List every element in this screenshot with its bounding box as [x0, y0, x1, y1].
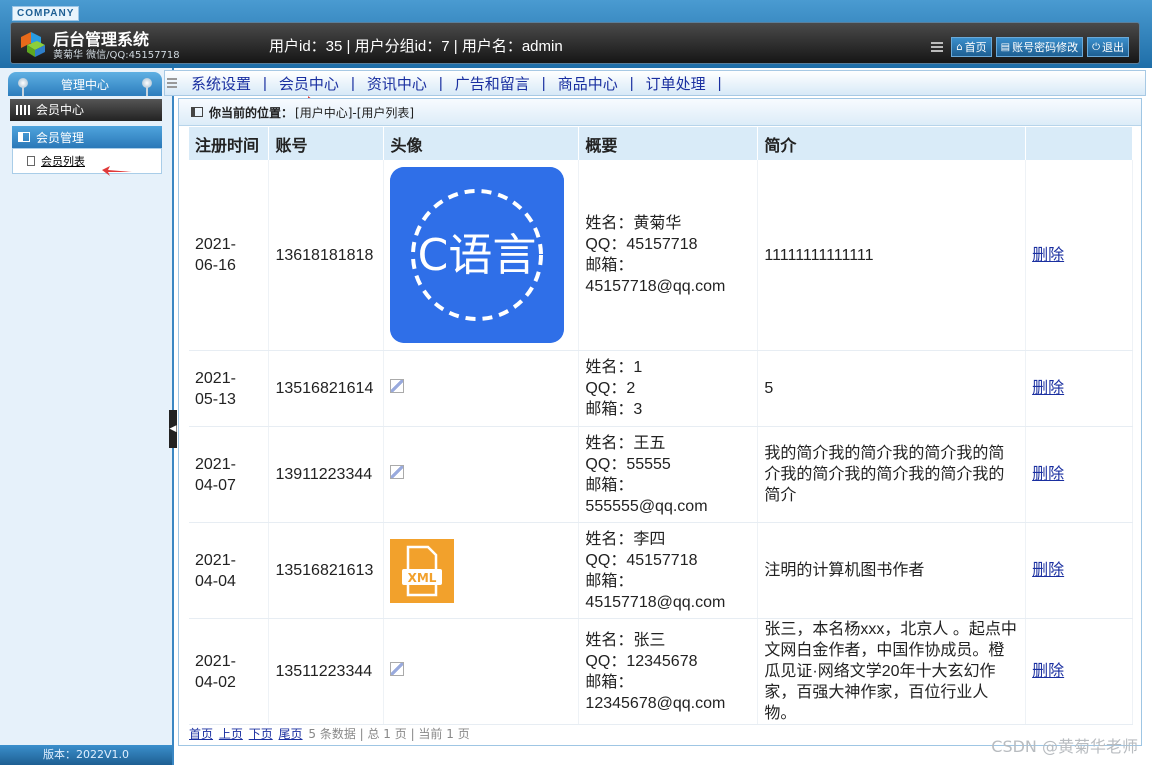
user-info: 用户id：35 | 用户分组id：7 | 用户名：admin — [269, 38, 563, 55]
account: 13911223344 — [268, 426, 385, 523]
panel-icon — [18, 132, 30, 142]
broken-image-icon — [390, 465, 405, 479]
intro: 我的简介我的简介我的简介我的简介我的简介我的简介我的简介我的简介 — [757, 426, 1027, 523]
intro: 11111111111111 — [757, 160, 1027, 351]
pin-icon — [142, 78, 152, 96]
list-icon — [931, 42, 944, 52]
intro: 注明的计算机图书作者 — [757, 522, 1027, 619]
nav-system-settings[interactable]: 系统设置 — [179, 73, 263, 94]
home-icon: ⌂ — [956, 41, 963, 53]
column-header: 简介 — [757, 127, 1027, 160]
summary: 姓名：黄菊华 QQ：45157718 邮箱： 45157718@qq.com — [578, 160, 759, 351]
avatar-cell: XML — [383, 522, 580, 619]
nav-member-center[interactable]: 会员中心 — [267, 73, 351, 94]
file-icon — [27, 156, 35, 166]
register-date: 2021- 06-16 — [189, 160, 270, 351]
table-row: 2021- 04-02 13511223344 姓名：张三 QQ：12345678 … — [189, 618, 1133, 725]
logout-button[interactable]: ⏻ 退出 — [1087, 37, 1129, 57]
sidebar-category-member-center[interactable]: 会员中心 — [10, 99, 162, 121]
nav-order-processing[interactable]: 订单处理 — [634, 73, 718, 94]
broken-image-icon — [390, 379, 405, 393]
breadcrumb-path: [用户中心]-[用户列表] — [295, 105, 415, 120]
register-date: 2021- 04-07 — [189, 426, 270, 523]
account: 13618181818 — [268, 160, 385, 351]
avatar-cell — [383, 426, 580, 523]
version-label: 版本：2022V1.0 — [0, 745, 172, 765]
menu-icon — [167, 78, 177, 88]
intro: 5 — [757, 350, 1027, 427]
summary: 姓名：张三 QQ：12345678 邮箱： 12345678@qq.com — [578, 618, 759, 725]
register-date: 2021- 04-04 — [189, 522, 270, 619]
breadcrumb-label: 你当前的位置： — [209, 105, 294, 120]
nav-product-center[interactable]: 商品中心 — [546, 73, 630, 94]
watermark: CSDN @黄菊华老师 — [991, 737, 1138, 756]
sidebar: 管理中心 会员中心 会员管理 会员列表 版本：2022V1.0 — [0, 68, 174, 765]
register-date: 2021- 04-02 — [189, 618, 270, 725]
column-header: 头像 — [383, 127, 580, 160]
avatar-text: XML — [408, 571, 437, 585]
sidebar-group-member-management[interactable]: 会员管理 — [12, 126, 162, 148]
page-summary: 5 条数据 | 总 1 页 | 当前 1 页 — [308, 727, 470, 741]
avatar-cell: C语言 — [383, 160, 580, 351]
avatar: C语言 — [390, 167, 565, 343]
avatar-cell — [383, 618, 580, 725]
delete-link[interactable]: 删除 — [1032, 562, 1064, 579]
summary: 姓名：李四 QQ：45157718 邮箱： 45157718@qq.com — [578, 522, 759, 619]
table-header-row: 注册时间 账号 头像 概要 简介 — [189, 127, 1133, 160]
register-date: 2021- 05-13 — [189, 350, 270, 427]
delete-link[interactable]: 删除 — [1032, 380, 1064, 397]
collapse-sidebar-handle[interactable]: ◀ — [169, 410, 177, 448]
column-header: 注册时间 — [189, 127, 270, 160]
page-prev-link[interactable]: 上页 — [219, 727, 243, 741]
breadcrumb: 你当前的位置： [用户中心]-[用户列表] — [179, 99, 1141, 126]
avatar-cell — [383, 350, 580, 427]
header: COMPANY 后台管理系统 黄菊华 微信/QQ:45157718 用户id：3… — [0, 0, 1152, 68]
top-nav: 系统设置 | 会员中心 | 资讯中心 | 广告和留言 | 商品中心 | 订单处理 | — [164, 70, 1146, 96]
delete-link[interactable]: 删除 — [1032, 466, 1064, 483]
summary: 姓名：1 QQ：2 邮箱：3 — [578, 350, 759, 427]
table-row: 2021- 04-07 13911223344 姓名：王五 QQ：55555 邮箱：… — [189, 426, 1133, 523]
window-icon — [191, 107, 203, 117]
member-table: 注册时间 账号 头像 概要 简介 2021- 06-16 13618181818 … — [189, 127, 1133, 725]
broken-image-icon — [390, 662, 405, 676]
top-bar: 后台管理系统 黄菊华 微信/QQ:45157718 用户id：35 | 用户分组… — [10, 22, 1140, 64]
column-header — [1025, 127, 1133, 160]
document-icon: ▤ — [1000, 41, 1011, 53]
account: 13516821613 — [268, 522, 385, 619]
table-row: 2021- 04-04 13516821613 XML 姓名：李四 QQ：45157… — [189, 522, 1133, 619]
xml-file-icon: XML — [390, 538, 455, 603]
avatar-text: C语言 — [418, 230, 537, 281]
delete-link[interactable]: 删除 — [1032, 663, 1064, 680]
table-row: 2021- 06-16 13618181818 C语言 姓名：黄菊华 QQ：4515… — [189, 160, 1133, 351]
page-next-link[interactable]: 下页 — [249, 727, 273, 741]
intro: 张三，本名杨xxx，北京人 。起点中文网白金作者，中国作协成员。橙瓜见证·网络文… — [757, 618, 1027, 725]
account: 13516821614 — [268, 350, 385, 427]
member-list-link[interactable]: 会员列表 — [41, 153, 85, 169]
change-password-button[interactable]: ▤ 账号密码修改 — [995, 37, 1084, 57]
sidebar-item-member-list[interactable]: 会员列表 — [12, 148, 162, 174]
pin-icon — [18, 78, 28, 96]
summary: 姓名：王五 QQ：55555 邮箱： 555555@qq.com — [578, 426, 759, 523]
top-buttons: ⌂ 首页 ▤ 账号密码修改 ⏻ 退出 — [931, 37, 1129, 57]
grid-icon — [16, 105, 30, 115]
nav-news-center[interactable]: 资讯中心 — [355, 73, 439, 94]
delete-link[interactable]: 删除 — [1032, 247, 1064, 264]
table-row: 2021- 05-13 13516821614 姓名：1 QQ：2 邮箱：3 5 删… — [189, 350, 1133, 427]
account: 13511223344 — [268, 618, 385, 725]
column-header: 概要 — [578, 127, 759, 160]
column-header: 账号 — [268, 127, 385, 160]
red-arrow-icon — [102, 166, 132, 176]
nav-ads-messages[interactable]: 广告和留言 — [443, 73, 542, 94]
sidebar-title: 管理中心 — [8, 72, 162, 96]
power-icon: ⏻ — [1092, 41, 1100, 53]
company-badge: COMPANY — [12, 6, 80, 21]
page-first-link[interactable]: 首页 — [189, 727, 213, 741]
pagination: 首页 上页 下页 尾页 5 条数据 | 总 1 页 | 当前 1 页 — [189, 725, 470, 742]
page-last-link[interactable]: 尾页 — [279, 727, 303, 741]
system-subtitle: 黄菊华 微信/QQ:45157718 — [53, 50, 180, 61]
main-panel: 你当前的位置： [用户中心]-[用户列表] 注册时间 账号 头像 概要 简介 2… — [178, 98, 1142, 746]
home-button[interactable]: ⌂ 首页 — [951, 37, 992, 57]
logo-icon — [21, 32, 45, 57]
